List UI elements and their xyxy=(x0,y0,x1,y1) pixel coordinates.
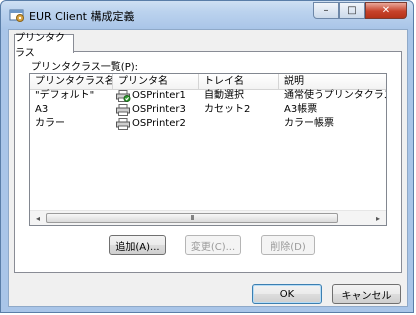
tab-label: プリンタクラス xyxy=(15,33,65,59)
minimize-button[interactable]: – xyxy=(313,2,339,19)
ok-button[interactable]: OK xyxy=(252,284,322,304)
column-header-class-name[interactable]: プリンタクラス名 xyxy=(30,74,113,89)
printer-icon xyxy=(116,118,130,130)
delete-button[interactable]: 削除(D) xyxy=(261,235,315,255)
column-header-description[interactable]: 説明 xyxy=(279,74,386,89)
cancel-button[interactable]: キャンセル xyxy=(332,284,401,304)
table-row[interactable]: A3 OSPrinter3 カセット2 A3帳票 xyxy=(30,103,386,117)
minimize-icon: – xyxy=(323,5,329,16)
column-header-printer-name[interactable]: プリンタ名 xyxy=(113,74,199,89)
cell-class-name: カラー xyxy=(35,118,65,129)
cell-tray-name xyxy=(199,117,279,131)
settings-window-icon xyxy=(9,9,24,22)
cell-printer: OSPrinter1 xyxy=(113,89,199,103)
cell-class-name: "デフォルト" xyxy=(35,90,95,101)
cell-printer: OSPrinter2 xyxy=(113,117,199,131)
change-button[interactable]: 変更(C)... xyxy=(185,235,241,255)
scroll-left-icon[interactable]: ◂ xyxy=(32,213,44,223)
cell-tray-name: カセット2 xyxy=(204,104,251,115)
printer-class-list[interactable]: プリンタクラス名 プリンタ名 トレイ名 説明 "デフォルト" OSPrinter… xyxy=(29,73,387,226)
close-icon: ✕ xyxy=(381,5,391,16)
add-button[interactable]: 追加(A)... xyxy=(109,235,166,255)
cell-description: 通常使うプリンタクラス xyxy=(284,90,386,101)
maximize-icon: □ xyxy=(347,5,357,16)
list-header: プリンタクラス名 プリンタ名 トレイ名 説明 xyxy=(30,74,386,90)
tab-printer-class[interactable]: プリンタクラス xyxy=(14,33,74,59)
tab-panel: プリンタクラス一覧(P): プリンタクラス名 プリンタ名 トレイ名 説明 "デフ… xyxy=(14,51,402,273)
cell-printer-name: OSPrinter2 xyxy=(132,118,186,129)
column-header-tray-name[interactable]: トレイ名 xyxy=(199,74,279,89)
cell-printer-name: OSPrinter3 xyxy=(132,104,186,115)
cell-description: カラー帳票 xyxy=(284,118,334,129)
cell-printer: OSPrinter3 xyxy=(113,103,199,117)
printer-icon xyxy=(116,104,130,116)
close-button[interactable]: ✕ xyxy=(365,2,407,19)
cell-description: A3帳票 xyxy=(284,104,318,115)
table-row[interactable]: "デフォルト" OSPrinter1 自動選択 通常使うプリンタクラス xyxy=(30,89,386,103)
caption-buttons: – □ ✕ xyxy=(313,2,407,20)
scroll-grip-icon: III xyxy=(190,214,194,222)
printer-icon xyxy=(116,90,131,102)
cell-tray-name: 自動選択 xyxy=(204,90,244,101)
cell-class-name: A3 xyxy=(35,104,49,115)
scroll-right-icon[interactable]: ▸ xyxy=(372,213,384,223)
table-row[interactable]: カラー OSPrinter2 カラー帳票 xyxy=(30,117,386,131)
scroll-thumb[interactable]: III xyxy=(46,213,338,223)
printer-class-list-label: プリンタクラス一覧(P): xyxy=(31,62,139,73)
cell-printer-name: OSPrinter1 xyxy=(132,90,186,101)
maximize-button[interactable]: □ xyxy=(339,2,365,19)
title-bar[interactable]: EUR Client 構成定義 – □ ✕ xyxy=(1,1,413,29)
window-title: EUR Client 構成定義 xyxy=(29,10,135,23)
list-rows: "デフォルト" OSPrinter1 自動選択 通常使うプリンタクラス A3 O… xyxy=(30,89,386,131)
horizontal-scrollbar[interactable]: ◂ III ▸ xyxy=(30,210,386,225)
dialog-client-area: プリンタクラス プリンタクラス一覧(P): プリンタクラス名 プリンタ名 トレイ… xyxy=(8,29,408,307)
config-window: EUR Client 構成定義 – □ ✕ プリンタクラス プリンタクラス一覧(… xyxy=(0,0,414,313)
